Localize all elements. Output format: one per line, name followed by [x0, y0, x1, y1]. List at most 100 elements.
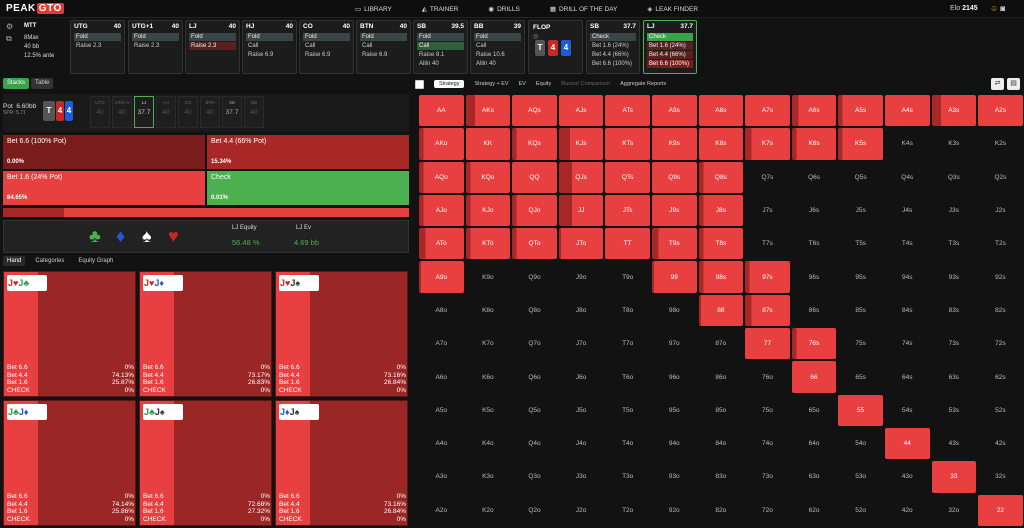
tab-equity[interactable]: Equity [536, 81, 551, 87]
hand-cell-52o[interactable]: 52o [837, 494, 884, 527]
copy-icon[interactable]: ⧉ [6, 34, 12, 43]
hand-cell-53o[interactable]: 53o [837, 460, 884, 493]
mini-seat-utg[interactable]: UTG 40 [90, 96, 110, 128]
seat-action[interactable]: Raise 2.3 [132, 42, 179, 50]
hand-cell-63o[interactable]: 63o [791, 460, 838, 493]
hand-cell-82s[interactable]: 82s [977, 294, 1024, 327]
hand-cell-96s[interactable]: 96s [791, 260, 838, 293]
mini-seat-hj[interactable]: HJ 40 [156, 96, 176, 128]
hand-cell-64o[interactable]: 64o [791, 427, 838, 460]
postflop-seat-lj[interactable]: LJ 37.7 Check Bet 1.6 (24%) Bet 4.4 (66%) Bet… [643, 20, 697, 74]
hand-cell-kto[interactable]: KTo [465, 227, 512, 260]
hand-cell-t7o[interactable]: T7o [604, 327, 651, 360]
hand-cell-t4s[interactable]: T4s [884, 227, 931, 260]
hand-cell-q3s[interactable]: Q3s [931, 161, 978, 194]
seat-action[interactable]: Check [590, 33, 636, 41]
hand-cell-ajs[interactable]: AJs [558, 94, 605, 127]
hand-cell-t2o[interactable]: T2o [604, 494, 651, 527]
hand-cell-jto[interactable]: JTo [558, 227, 605, 260]
hand-cell-t7s[interactable]: T7s [744, 227, 791, 260]
hand-cell-qts[interactable]: QTs [604, 161, 651, 194]
hand-cell-t6o[interactable]: T6o [604, 360, 651, 393]
stacks-toggle[interactable]: Stacks [3, 78, 30, 89]
seat-hj[interactable]: HJ 40 Fold Call Raise 6.9 [242, 20, 297, 74]
hand-cell-74s[interactable]: 74s [884, 327, 931, 360]
hand-cell-a2s[interactable]: A2s [977, 94, 1024, 127]
hand-cell-75o[interactable]: 75o [744, 394, 791, 427]
hand-cell-j6s[interactable]: J6s [791, 194, 838, 227]
seat-action[interactable]: Fold [417, 33, 464, 41]
hand-cell-q8s[interactable]: Q8s [698, 161, 745, 194]
hand-cell-q5s[interactable]: Q5s [837, 161, 884, 194]
tab-strategy[interactable]: Strategy [434, 80, 465, 88]
hand-cell-93s[interactable]: 93s [931, 260, 978, 293]
hand-cell-76s[interactable]: 76s [791, 327, 838, 360]
hand-cell-j2o[interactable]: J2o [558, 494, 605, 527]
hand-cell-kqo[interactable]: KQo [465, 161, 512, 194]
hand-cell-87s[interactable]: 87s [744, 294, 791, 327]
seat-action[interactable]: Call [417, 42, 464, 50]
hand-cell-98o[interactable]: 98o [651, 294, 698, 327]
nav-leak-finder[interactable]: ◈ LEAK FINDER [647, 5, 698, 14]
hand-cell-j3o[interactable]: J3o [558, 460, 605, 493]
hand-cell-kjo[interactable]: KJo [465, 194, 512, 227]
hand-cell-q8o[interactable]: Q8o [511, 294, 558, 327]
seat-action[interactable]: Raise 2.3 [189, 42, 236, 50]
hand-cell-k5s[interactable]: K5s [837, 127, 884, 160]
hand-cell-72s[interactable]: 72s [977, 327, 1024, 360]
hand-cell-t8s[interactable]: T8s [698, 227, 745, 260]
seat-action[interactable]: Call [303, 42, 350, 50]
seat-action[interactable]: Bet 6.6 (100%) [647, 60, 693, 68]
hand-cell-k7s[interactable]: K7s [744, 127, 791, 160]
hand-cell-82o[interactable]: 82o [698, 494, 745, 527]
hand-cell-q4o[interactable]: Q4o [511, 427, 558, 460]
tab-strategy-ev[interactable]: Strategy + EV [474, 81, 508, 87]
hand-cell-t8o[interactable]: T8o [604, 294, 651, 327]
seat-utg[interactable]: UTG 40 Fold Raise 2.3 [70, 20, 125, 74]
hand-cell-j9s[interactable]: J9s [651, 194, 698, 227]
seat-action[interactable]: Fold [132, 33, 179, 41]
hand-cell-42s[interactable]: 42s [977, 427, 1024, 460]
seat-action[interactable]: Call [246, 42, 293, 50]
hand-cell-jj[interactable]: JJ [558, 194, 605, 227]
hand-cell-k4o[interactable]: K4o [465, 427, 512, 460]
hand-cell-k3o[interactable]: K3o [465, 460, 512, 493]
hand-cell-t6s[interactable]: T6s [791, 227, 838, 260]
hand-cell-83o[interactable]: 83o [698, 460, 745, 493]
tab-categories[interactable]: Categories [31, 256, 68, 266]
hand-cell-92s[interactable]: 92s [977, 260, 1024, 293]
hand-cell-95o[interactable]: 95o [651, 394, 698, 427]
hand-cell-96o[interactable]: 96o [651, 360, 698, 393]
hand-cell-97s[interactable]: 97s [744, 260, 791, 293]
hand-cell-a5s[interactable]: A5s [837, 94, 884, 127]
hand-cell-q4s[interactable]: Q4s [884, 161, 931, 194]
hand-cell-42o[interactable]: 42o [884, 494, 931, 527]
hand-cell-92o[interactable]: 92o [651, 494, 698, 527]
hand-cell-a7s[interactable]: A7s [744, 94, 791, 127]
hand-cell-qto[interactable]: QTo [511, 227, 558, 260]
logo[interactable]: PEAK GTO [6, 3, 64, 14]
hand-cell-q6o[interactable]: Q6o [511, 360, 558, 393]
hand-cell-85s[interactable]: 85s [837, 294, 884, 327]
hand-cell-62s[interactable]: 62s [977, 360, 1024, 393]
nav-library[interactable]: ▭ LIBRARY [355, 5, 392, 14]
hand-cell-j2s[interactable]: J2s [977, 194, 1024, 227]
seat-action[interactable]: Raise 8.1 [417, 51, 464, 59]
hand-cell-t5s[interactable]: T5s [837, 227, 884, 260]
hand-cell-ako[interactable]: AKo [418, 127, 465, 160]
hand-cell-83s[interactable]: 83s [931, 294, 978, 327]
hand-cell-44[interactable]: 44 [884, 427, 931, 460]
hand-cell-33[interactable]: 33 [931, 460, 978, 493]
hand-cell-43o[interactable]: 43o [884, 460, 931, 493]
hand-cell-t5o[interactable]: T5o [604, 394, 651, 427]
hand-cell-77[interactable]: 77 [744, 327, 791, 360]
tab-ev[interactable]: EV [519, 81, 526, 87]
seat-action[interactable]: Check [647, 33, 693, 41]
hand-cell-94o[interactable]: 94o [651, 427, 698, 460]
hand-cell-63s[interactable]: 63s [931, 360, 978, 393]
seat-action[interactable]: Bet 1.6 (24%) [647, 42, 693, 50]
hand-cell-ajo[interactable]: AJo [418, 194, 465, 227]
hand-cell-85o[interactable]: 85o [698, 394, 745, 427]
tab-aggregate-reports[interactable]: Aggregate Reports [620, 81, 666, 87]
hand-cell-t3o[interactable]: T3o [604, 460, 651, 493]
